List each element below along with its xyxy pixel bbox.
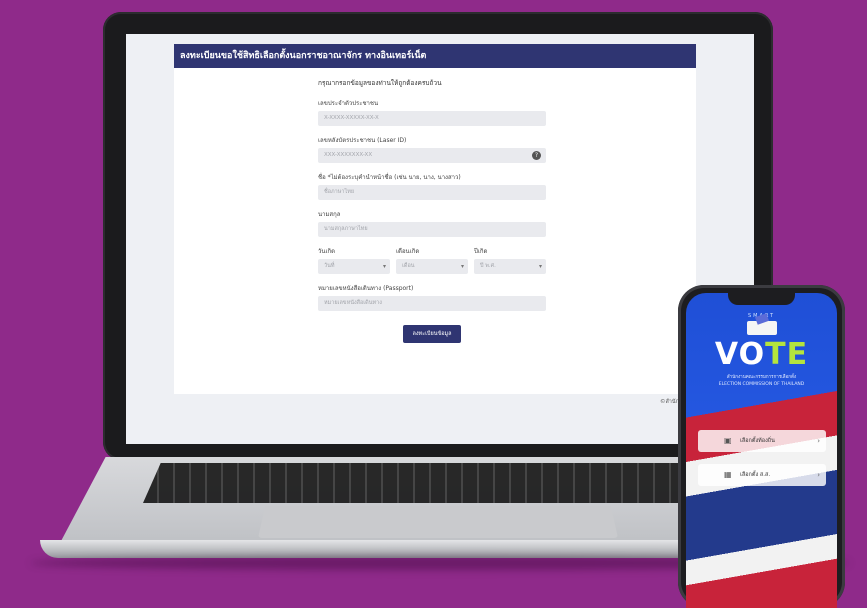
help-icon[interactable]: ? [532, 151, 541, 160]
chevron-right-icon: › [817, 437, 820, 445]
smart-vote-logo: SMART VOTE สำนักงานคณะกรรมการการเลือกตั้… [686, 313, 837, 388]
laptop-keyboard [143, 463, 733, 503]
local-election-label: เลือกตั้งท้องถิ่น [740, 438, 775, 444]
registration-form: ลงทะเบียนขอใช้สิทธิเลือกตั้งนอกราชอาณาจั… [174, 44, 696, 394]
chevron-right-icon: › [817, 471, 820, 479]
birth-day-select[interactable]: วันที่ ▾ [318, 259, 390, 274]
mp-election-label: เลือกตั้ง ส.ส. [740, 472, 771, 478]
ect-subtitle-en: ELECTION COMMISSION OF THAILAND [718, 382, 805, 387]
laptop-trackpad [258, 506, 618, 538]
passport-input[interactable]: หมายเลขหนังสือเดินทาง [318, 296, 546, 311]
last-name-input[interactable]: นามสกุลภาษาไทย [318, 222, 546, 237]
chevron-down-icon: ▾ [382, 263, 386, 270]
birth-year-value: ปี พ.ศ. [480, 263, 496, 269]
first-name-input[interactable]: ชื่อภาษาไทย [318, 185, 546, 200]
submit-wrap: ลงทะเบียนข้อมูล [318, 320, 546, 343]
phone-screen: SMART VOTE สำนักงานคณะกรรมการการเลือกตั้… [686, 293, 837, 608]
laser-id-label: เลขหลังบัตรประชาชน (Laser ID) [318, 137, 407, 144]
last-name-field: นามสกุล นามสกุลภาษาไทย [318, 209, 546, 237]
birth-year-col: ปีเกิด ปี พ.ศ. ▾ [474, 246, 546, 274]
passport-label: หมายเลขหนังสือเดินทาง (Passport) [318, 285, 414, 292]
ect-subtitle-th: สำนักงานคณะกรรมการการเลือกตั้ง [726, 375, 797, 380]
laser-id-field: เลขหลังบัตรประชาชน (Laser ID) XXX-XXXXXX… [318, 135, 546, 163]
first-name-label: ชื่อ *ไม่ต้องระบุคำนำหน้าชื่อ (เช่น นาย,… [318, 174, 461, 181]
local-election-button[interactable]: ▣ เลือกตั้งท้องถิ่น › [698, 430, 826, 452]
vote-title-main: VO [714, 337, 766, 372]
vote-title: VOTE [686, 340, 837, 370]
mp-election-button[interactable]: ▦ เลือกตั้ง ส.ส. › [698, 464, 826, 486]
vote-title-accent: TE [765, 337, 809, 372]
form-header-title: ลงทะเบียนขอใช้สิทธิเลือกตั้งนอกราชอาณาจั… [174, 44, 696, 68]
citizen-id-field: เลขประจำตัวประชาชน X-XXXX-XXXXX-XX-X [318, 98, 546, 126]
last-name-label: นามสกุล [318, 211, 341, 218]
form-intro: กรุณากรอกข้อมูลของท่านให้ถูกต้องครบถ้วน [318, 79, 442, 87]
laser-id-placeholder: XXX-XXXXXXX-XX [324, 152, 373, 158]
laser-id-input[interactable]: XXX-XXXXXXX-XX ? [318, 148, 546, 163]
calendar-icon: ▦ [724, 470, 732, 479]
first-name-field: ชื่อ *ไม่ต้องระบุคำนำหน้าชื่อ (เช่น นาย,… [318, 172, 546, 200]
submit-button[interactable]: ลงทะเบียนข้อมูล [403, 325, 461, 343]
chevron-down-icon: ▾ [460, 263, 464, 270]
chevron-down-icon: ▾ [538, 263, 542, 270]
birth-month-value: เดือน [402, 263, 415, 269]
birth-year-label: ปีเกิด [474, 248, 488, 255]
birth-month-label: เดือนเกิด [396, 248, 420, 255]
citizen-id-label: เลขประจำตัวประชาชน [318, 100, 379, 107]
birth-year-select[interactable]: ปี พ.ศ. ▾ [474, 259, 546, 274]
birthdate-row: วันเกิด วันที่ ▾ เดือนเกิด เดือน ▾ ปีเกิ… [318, 246, 546, 274]
phone-notch [728, 293, 795, 305]
birth-day-col: วันเกิด วันที่ ▾ [318, 246, 390, 274]
citizen-id-input[interactable]: X-XXXX-XXXXX-XX-X [318, 111, 546, 126]
ballot-icon: ▣ [724, 436, 732, 445]
laptop-screen: ลงทะเบียนขอใช้สิทธิเลือกตั้งนอกราชอาณาจั… [126, 34, 754, 444]
form-body: กรุณากรอกข้อมูลของท่านให้ถูกต้องครบถ้วน … [318, 78, 546, 343]
birth-month-col: เดือนเกิด เดือน ▾ [396, 246, 468, 274]
passport-field: หมายเลขหนังสือเดินทาง (Passport) หมายเลข… [318, 283, 546, 311]
ballot-box-icon [746, 321, 777, 335]
birth-day-value: วันที่ [324, 263, 335, 269]
birth-day-label: วันเกิด [318, 248, 336, 255]
birth-month-select[interactable]: เดือน ▾ [396, 259, 468, 274]
thai-flag-stripes [686, 388, 837, 608]
